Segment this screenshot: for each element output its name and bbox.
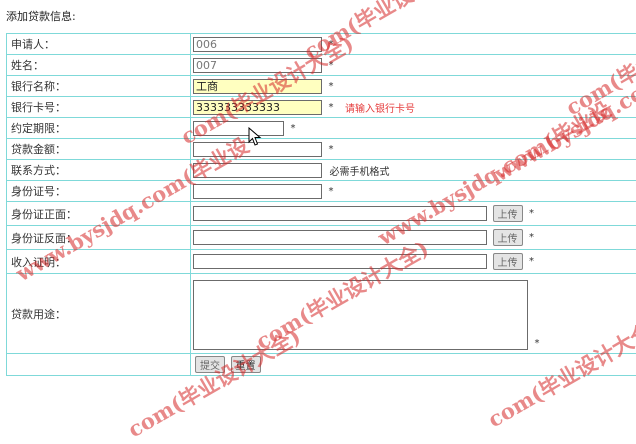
card-no-error: 请输入银行卡号 xyxy=(345,104,415,115)
row-name: 姓名： * xyxy=(7,55,636,76)
applicant-input[interactable] xyxy=(193,37,322,52)
required-mark: * xyxy=(329,81,334,92)
required-mark: * xyxy=(329,144,334,155)
card-no-label: 银行卡号： xyxy=(7,97,191,118)
id-no-input[interactable] xyxy=(193,184,322,199)
id-back-label: 身份证反面： xyxy=(7,226,191,250)
purpose-label: 贷款用途： xyxy=(7,274,191,354)
id-back-input[interactable] xyxy=(193,230,487,245)
contact-label: 联系方式： xyxy=(7,160,191,181)
bank-name-input[interactable] xyxy=(193,79,322,94)
id-front-label: 身份证正面： xyxy=(7,202,191,226)
required-mark: * xyxy=(529,208,534,219)
loan-form: 申请人： * 姓名： * 银行名称： * 银行卡号： * 请输入银行卡号 约定期… xyxy=(6,33,636,376)
row-id-no: 身份证号： * xyxy=(7,181,636,202)
row-income: 收入证明： 上传 * xyxy=(7,250,636,274)
name-label: 姓名： xyxy=(7,55,191,76)
row-bank-name: 银行名称： * xyxy=(7,76,636,97)
contact-hint: 必需手机格式 xyxy=(330,167,390,178)
row-purpose: 贷款用途： * xyxy=(7,274,636,354)
row-contact: 联系方式： 必需手机格式 xyxy=(7,160,636,181)
id-front-upload-button[interactable]: 上传 xyxy=(493,205,523,222)
row-id-front: 身份证正面： 上传 * xyxy=(7,202,636,226)
row-actions: 提交 重置 xyxy=(7,354,636,376)
income-upload-button[interactable]: 上传 xyxy=(493,253,523,270)
bank-name-label: 银行名称： xyxy=(7,76,191,97)
required-mark: * xyxy=(529,232,534,243)
required-mark: * xyxy=(291,123,296,134)
amount-label: 贷款金额： xyxy=(7,139,191,160)
required-mark: * xyxy=(535,338,540,349)
reset-button[interactable]: 重置 xyxy=(231,356,261,373)
row-term: 约定期限： * xyxy=(7,118,636,139)
mouse-pointer-icon xyxy=(248,127,262,147)
income-label: 收入证明： xyxy=(7,250,191,274)
required-mark: * xyxy=(329,60,334,71)
term-input[interactable] xyxy=(193,121,284,136)
required-mark: * xyxy=(329,186,334,197)
required-mark: * xyxy=(529,256,534,267)
row-amount: 贷款金额： * xyxy=(7,139,636,160)
id-front-input[interactable] xyxy=(193,206,487,221)
required-mark: * xyxy=(329,102,334,113)
id-back-upload-button[interactable]: 上传 xyxy=(493,229,523,246)
row-applicant: 申请人： * xyxy=(7,34,636,55)
card-no-input[interactable] xyxy=(193,100,322,115)
page-title: 添加贷款信息: xyxy=(6,8,76,24)
term-label: 约定期限： xyxy=(7,118,191,139)
row-id-back: 身份证反面： 上传 * xyxy=(7,226,636,250)
submit-button[interactable]: 提交 xyxy=(195,356,225,373)
required-mark: * xyxy=(329,39,334,50)
contact-input[interactable] xyxy=(193,163,322,178)
applicant-label: 申请人： xyxy=(7,34,191,55)
purpose-textarea[interactable] xyxy=(193,280,528,350)
id-no-label: 身份证号： xyxy=(7,181,191,202)
name-input[interactable] xyxy=(193,58,322,73)
income-input[interactable] xyxy=(193,254,487,269)
row-card-no: 银行卡号： * 请输入银行卡号 xyxy=(7,97,636,118)
